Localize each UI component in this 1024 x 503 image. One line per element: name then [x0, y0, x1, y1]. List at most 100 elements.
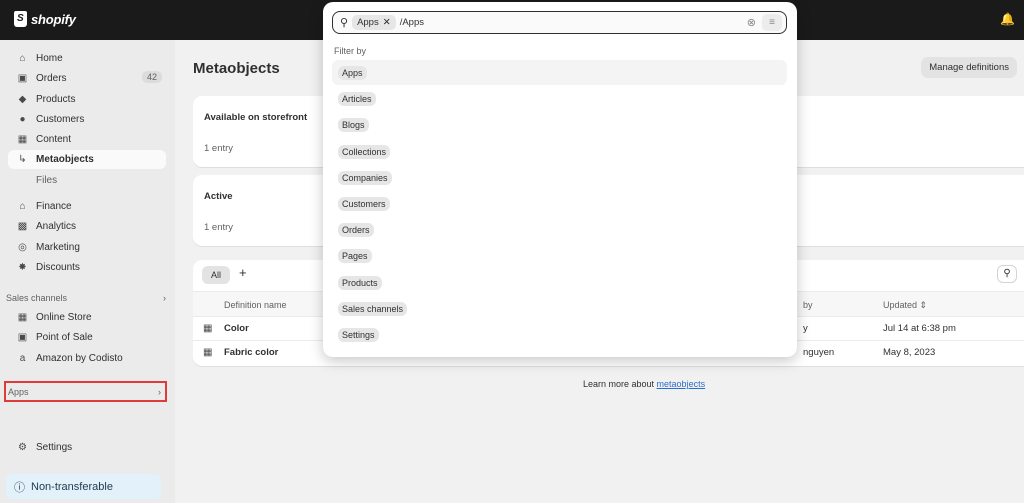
definition-name[interactable]: Fabric color	[224, 347, 278, 358]
filter-option[interactable]: Blogs	[332, 112, 787, 137]
sidebar-item-label: Amazon by Codisto	[36, 353, 123, 364]
target-icon: ◎	[18, 242, 27, 253]
card-value: 1 entry	[204, 143, 234, 154]
shopify-logo[interactable]: shopify	[14, 11, 76, 27]
pos-icon: ▣	[17, 332, 28, 343]
filter-option[interactable]: Customers	[332, 191, 787, 216]
filter-option-label: Apps	[338, 66, 367, 80]
sidebar-item-amazon[interactable]: a Amazon by Codisto	[8, 349, 166, 368]
apps-section-header[interactable]: Apps ›	[4, 381, 167, 402]
apps-label: Apps	[8, 386, 29, 397]
search-icon[interactable]: ⚲	[997, 265, 1017, 283]
home-icon: ⌂	[19, 53, 26, 64]
filter-option[interactable]: Orders	[332, 217, 787, 242]
person-icon: ●	[19, 114, 26, 125]
learn-more-prefix: Learn more about	[583, 379, 657, 389]
sidebar-item-customers[interactable]: ● Customers	[8, 110, 166, 129]
tab-all[interactable]: All	[202, 266, 231, 284]
notifications-bell-icon[interactable]: 🔔	[1000, 12, 1015, 26]
image-icon: ▦	[17, 134, 28, 145]
search-popover: ⚲ Apps ✕ /Apps ⊗ ≡ Filter by Apps Articles…	[323, 2, 797, 357]
filter-icon[interactable]: ≡	[762, 14, 782, 31]
header-definition-name[interactable]: Definition name	[224, 300, 287, 310]
metaobjects-link[interactable]: metaobjects	[657, 379, 706, 389]
sidebar-item-products[interactable]: ◆ Products	[8, 90, 166, 109]
sidebar-item-label: Products	[36, 94, 76, 105]
sub-arrow-icon: ↳	[18, 154, 27, 165]
non-transferable-label: Non-transferable	[31, 480, 113, 493]
filter-option-label: Companies	[338, 170, 392, 185]
sidebar-item-label: Metaobjects	[36, 154, 94, 165]
sidebar-item-label: Orders	[36, 73, 67, 84]
filter-option-label: Sales channels	[338, 301, 408, 316]
sidebar-item-label: Marketing	[36, 242, 80, 253]
sidebar-item-label: Settings	[36, 442, 73, 453]
brand-name: shopify	[31, 11, 76, 27]
filter-option-label: Blogs	[338, 118, 369, 133]
sidebar-item-marketing[interactable]: ◎ Marketing	[8, 238, 166, 257]
filter-option[interactable]: Companies	[332, 165, 787, 190]
sidebar-item-settings[interactable]: ⚙ Settings	[8, 438, 166, 457]
search-icon: ⚲	[340, 17, 349, 29]
definition-name[interactable]: Color	[224, 323, 249, 334]
search-input[interactable]: ⚲ Apps ✕ /Apps ⊗ ≡	[332, 11, 787, 34]
sidebar: ⌂ Home ▣ Orders 42 ◆ Products ● Customers ▦ Co…	[0, 40, 175, 503]
header-updated[interactable]: Updated ⇕	[883, 300, 927, 311]
header-by[interactable]: by	[803, 300, 813, 310]
sidebar-item-label: Customers	[36, 114, 85, 125]
sidebar-item-label: Finance	[36, 201, 72, 212]
sidebar-item-metaobjects[interactable]: ↳ Metaobjects	[8, 150, 166, 169]
search-query[interactable]: /Apps	[400, 17, 424, 28]
amazon-icon: a	[19, 353, 26, 364]
sidebar-item-discounts[interactable]: ✸ Discounts	[8, 258, 166, 277]
filter-option[interactable]: Articles	[332, 86, 787, 111]
sidebar-item-point-of-sale[interactable]: ▣ Point of Sale	[8, 328, 166, 347]
definition-by: y	[803, 323, 808, 334]
filter-option[interactable]: Collections	[332, 139, 787, 164]
definition-updated: May 8, 2023	[883, 347, 936, 358]
filter-option[interactable]: Pages	[332, 243, 787, 268]
header-updated-label: Updated	[883, 300, 918, 310]
filter-option[interactable]: Apps	[332, 60, 787, 85]
sales-channels-header[interactable]: Sales channels ›	[6, 293, 166, 303]
sidebar-item-label: Content	[36, 134, 72, 145]
sidebar-item-label: Analytics	[36, 221, 77, 232]
definition-by: nguyen	[803, 347, 835, 358]
sidebar-item-analytics[interactable]: ▩ Analytics	[8, 217, 166, 236]
close-icon[interactable]: ✕	[383, 17, 391, 28]
clear-search-icon[interactable]: ⊗	[747, 16, 756, 29]
add-view-button[interactable]: +	[239, 265, 247, 280]
info-icon: ⓘ	[14, 481, 25, 494]
sidebar-item-online-store[interactable]: ▦ Online Store	[8, 308, 166, 327]
search-filter-chip[interactable]: Apps ✕	[352, 15, 396, 30]
filter-option-label: Articles	[338, 92, 376, 107]
orders-count-badge: 42	[141, 71, 162, 83]
sidebar-item-label: Home	[36, 53, 63, 64]
page-title: Metaobjects	[193, 60, 280, 77]
shopify-bag-icon	[14, 11, 27, 27]
filter-option-label: Settings	[338, 328, 379, 342]
sidebar-item-label: Point of Sale	[36, 332, 93, 343]
metaobject-icon: ▦	[203, 323, 213, 334]
definition-updated: Jul 14 at 6:38 pm	[883, 323, 956, 334]
filter-option[interactable]: Settings	[332, 322, 787, 347]
card-title: Active	[204, 191, 233, 202]
store-icon: ▦	[17, 312, 28, 323]
sidebar-item-label: Discounts	[36, 262, 80, 273]
sidebar-item-home[interactable]: ⌂ Home	[8, 49, 166, 68]
discount-icon: ✸	[18, 262, 27, 273]
learn-more-text: Learn more about metaobjects	[583, 379, 705, 389]
sidebar-item-finance[interactable]: ⌂ Finance	[8, 197, 166, 216]
sales-channels-title: Sales channels	[6, 293, 68, 303]
filter-option[interactable]: Products	[332, 270, 787, 295]
sidebar-item-files[interactable]: Files	[8, 171, 166, 190]
filter-option[interactable]: Sales channels	[332, 296, 787, 321]
manage-definitions-button[interactable]: Manage definitions	[921, 57, 1017, 78]
sidebar-item-label: Files	[36, 175, 58, 186]
sidebar-item-content[interactable]: ▦ Content	[8, 130, 166, 149]
non-transferable-banner[interactable]: ⓘ Non-transferable	[6, 474, 161, 499]
sidebar-item-orders[interactable]: ▣ Orders 42	[8, 69, 166, 88]
tag-icon: ◆	[18, 94, 27, 105]
filter-option-label: Products	[338, 275, 382, 290]
